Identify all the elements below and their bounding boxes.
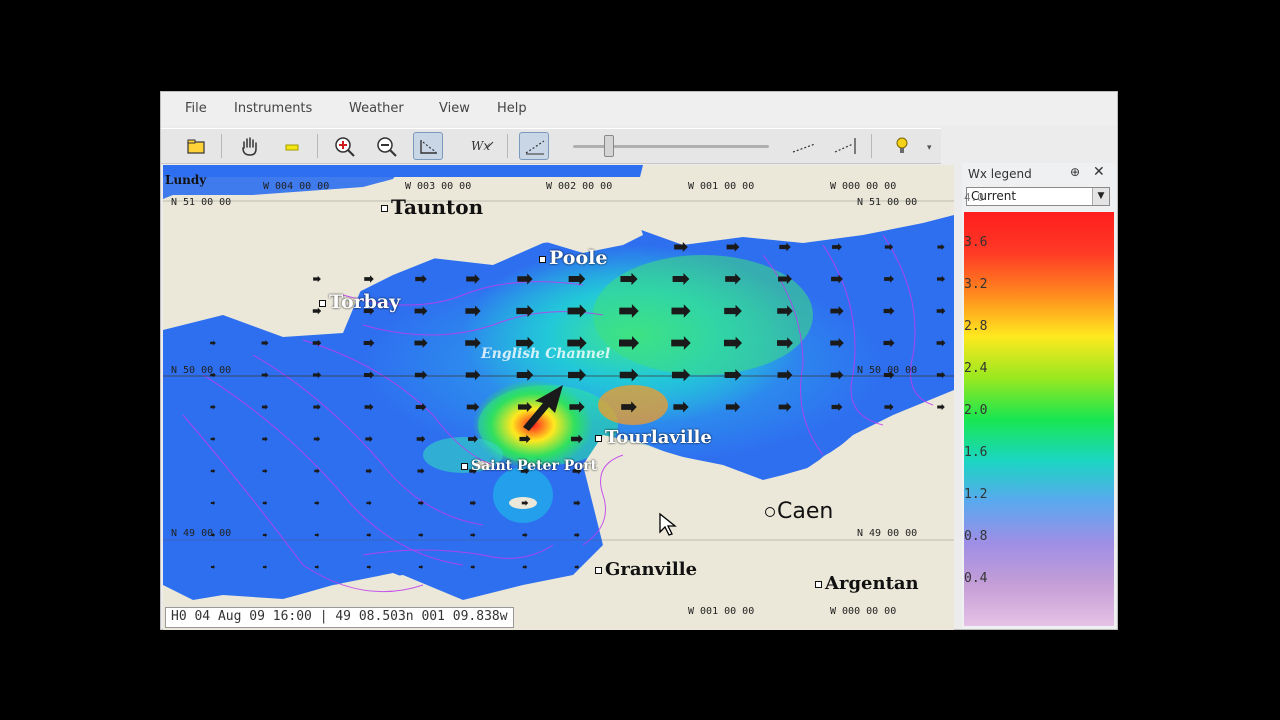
place-label-lundy: Lundy — [165, 173, 207, 187]
mouse-cursor-icon — [659, 512, 677, 536]
longitude-label: W 001 00 00 — [688, 181, 755, 192]
zoom-out-icon[interactable] — [371, 132, 401, 160]
legend-scale-label: 4.0 — [964, 191, 984, 204]
longitude-label: W 001 00 00 — [688, 606, 755, 617]
menu-bar: File Instruments Weather View Help — [161, 92, 1117, 126]
place-label-granville: Granville — [595, 559, 697, 580]
toolbar-overflow-icon[interactable]: ▾ — [927, 143, 932, 153]
longitude-label: W 002 00 00 — [546, 181, 613, 192]
legend-scale-label: 1.2 — [964, 487, 988, 502]
legend-scale-label: 1.6 — [964, 445, 988, 460]
longitude-label: W 000 00 00 — [830, 606, 897, 617]
chart-map-view[interactable]: W 004 00 00 W 003 00 00 W 002 00 00 W 00… — [163, 165, 954, 630]
time-slider-track[interactable] — [573, 145, 769, 148]
status-bar: H0 04 Aug 09 16:00 | 49 08.503n 001 09.8… — [165, 607, 514, 628]
legend-color-scale — [964, 212, 1114, 626]
hand-pan-icon[interactable] — [235, 132, 265, 160]
pin-icon[interactable]: ⊕ — [1070, 165, 1080, 179]
wx-legend-title: Wx legend — [968, 167, 1032, 181]
legend-type-select[interactable]: Current ▼ — [966, 187, 1110, 206]
yellow-highlighter-icon[interactable] — [277, 132, 307, 160]
menu-help[interactable]: Help — [497, 101, 527, 116]
longitude-label: W 004 00 00 — [263, 181, 330, 192]
latitude-label: N 50 00 00 — [857, 365, 918, 376]
place-label-tourlaville: Tourlaville — [595, 427, 712, 448]
place-label-english-channel: English Channel — [481, 346, 611, 362]
place-label-argentan: Argentan — [815, 573, 919, 594]
longitude-label: W 000 00 00 — [830, 181, 897, 192]
legend-scale-label: 3.2 — [964, 277, 988, 292]
menu-instruments[interactable]: Instruments — [234, 101, 312, 116]
legend-scale-label: 0.4 — [964, 571, 988, 586]
svg-text:Wx: Wx — [471, 139, 490, 153]
help-bulb-icon[interactable] — [887, 132, 917, 160]
step-forward-icon[interactable] — [831, 132, 861, 160]
latitude-label: N 49 00 00 — [857, 528, 918, 539]
close-icon[interactable]: ✕ — [1093, 164, 1105, 180]
toolbar-separator — [871, 134, 872, 158]
place-label-torbay: Torbay — [319, 291, 400, 313]
menu-view[interactable]: View — [439, 101, 470, 116]
toolbar-separator — [221, 134, 222, 158]
time-slider-thumb[interactable] — [604, 135, 615, 157]
folder-open-icon[interactable] — [181, 132, 211, 160]
longitude-label: W 003 00 00 — [405, 181, 472, 192]
place-label-caen: Caen — [765, 499, 833, 524]
legend-scale-label: 2.4 — [964, 361, 988, 376]
legend-scale-label: 3.6 — [964, 235, 988, 250]
application-window: File Instruments Weather View Help Wx ▾ … — [160, 91, 1118, 630]
grid-icon[interactable] — [519, 132, 549, 160]
latitude-label: N 51 00 00 — [857, 197, 918, 208]
toolbar: Wx ▾ — [161, 128, 941, 164]
toolbar-separator — [317, 134, 318, 158]
legend-scale-label: 2.0 — [964, 403, 988, 418]
zoom-in-icon[interactable] — [329, 132, 359, 160]
toolbar-separator — [507, 134, 508, 158]
legend-scale-label: 2.8 — [964, 319, 988, 334]
menu-file[interactable]: File — [185, 101, 207, 116]
step-back-icon[interactable] — [789, 132, 819, 160]
place-label-saint-peter-port: Saint Peter Port — [461, 458, 597, 474]
latitude-label: N 49 00 00 — [171, 528, 232, 539]
wx-overlay-icon[interactable]: Wx — [467, 132, 497, 160]
place-label-poole: Poole — [539, 247, 607, 269]
chevron-down-icon[interactable]: ▼ — [1092, 188, 1109, 205]
latitude-label: N 51 00 00 — [171, 197, 232, 208]
route-tool-icon[interactable] — [413, 132, 443, 160]
wx-legend-panel: Wx legend ⊕ ✕ Current ▼ 4.0 3.6 3.2 2.8 … — [962, 163, 1116, 629]
sea-current-overlay — [163, 165, 954, 630]
latitude-label: N 50 00 00 — [171, 365, 232, 376]
menu-weather[interactable]: Weather — [349, 101, 404, 116]
legend-scale-label: 0.8 — [964, 529, 988, 544]
place-label-taunton: Taunton — [381, 195, 483, 219]
